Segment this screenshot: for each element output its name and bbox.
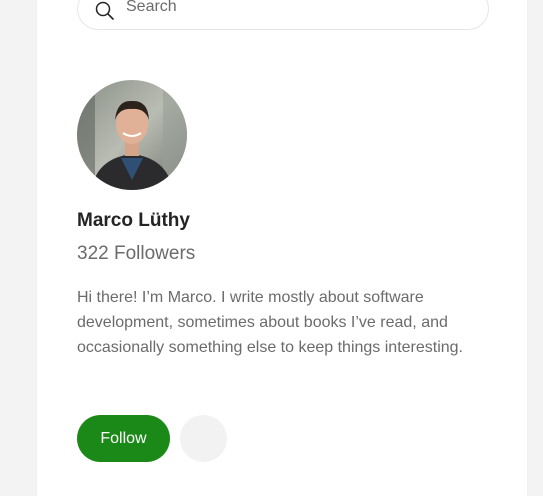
avatar[interactable] [77, 80, 187, 190]
profile-sidebar: Marco Lüthy 322 Followers Hi there! I’m … [36, 0, 528, 496]
search-bar[interactable] [77, 0, 489, 30]
followers-count[interactable]: 322 Followers [77, 243, 195, 265]
subscribe-button[interactable] [180, 415, 227, 462]
search-icon [94, 0, 116, 22]
follow-button[interactable]: Follow [77, 415, 170, 462]
profile-bio: Hi there! I’m Marco. I write mostly abou… [77, 289, 463, 356]
search-input[interactable] [126, 0, 466, 18]
profile-name[interactable]: Marco Lüthy [77, 210, 190, 232]
